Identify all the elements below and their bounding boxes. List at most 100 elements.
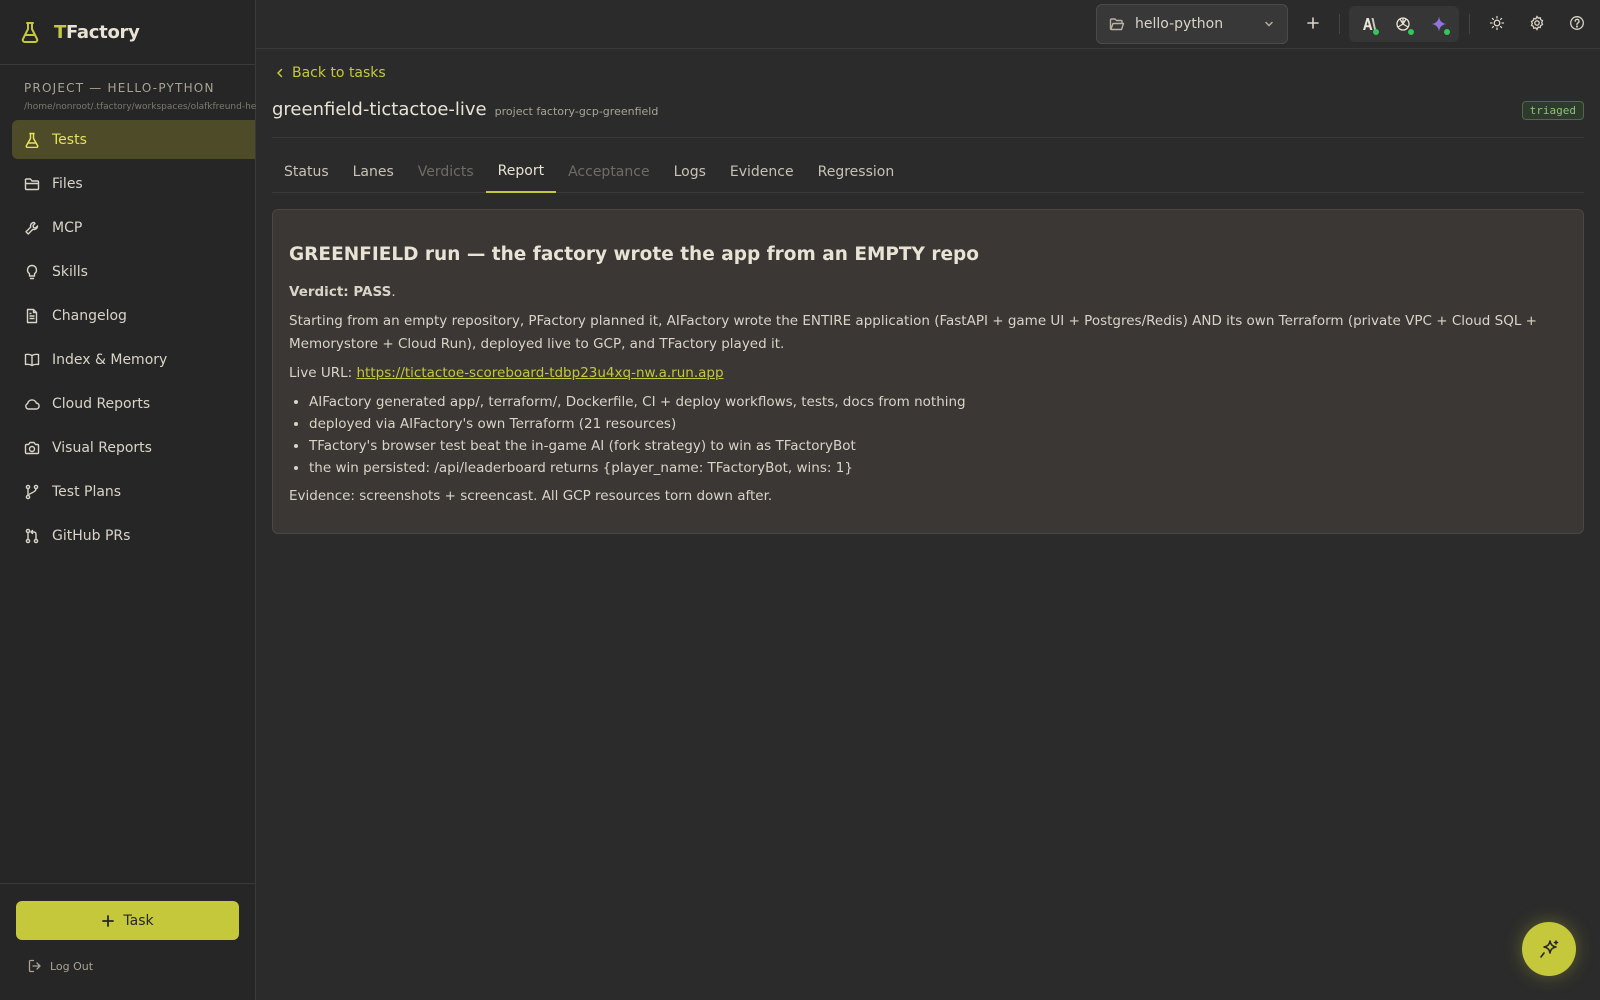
help-circle-icon [1570,16,1584,30]
sidebar-nav: Tests Files MCP Skills Changelog Index &… [0,120,255,555]
chevron-down-icon [1265,21,1273,27]
tab-verdicts: Verdicts [417,163,474,180]
live-url-link[interactable]: https://tictactoe-scoreboard-tdbp23u4xq-… [356,365,723,381]
sparkle-pin-icon [1540,940,1559,958]
folder-open-icon [1109,18,1125,31]
sidebar-item-cloud-reports[interactable]: Cloud Reports [12,384,255,423]
task-title: greenfield-tictactoe-live [272,99,487,120]
verdict-suffix: . [391,284,396,300]
tab-logs[interactable]: Logs [662,151,718,192]
ai-provider-group [1349,6,1459,42]
sidebar-item-index-memory[interactable]: Index & Memory [12,340,255,379]
folder-icon [24,177,40,190]
logout-button[interactable]: Log Out [28,959,93,973]
sidebar-item-label: Index & Memory [52,351,168,368]
report-live-url: Live URL: https://tictactoe-scoreboard-t… [289,362,1567,385]
online-status-dot [1408,29,1414,35]
sidebar-item-skills[interactable]: Skills [12,252,255,291]
sidebar-item-label: Test Plans [52,483,122,500]
online-status-dot [1373,29,1379,35]
status-badge: triaged [1521,101,1584,120]
report-evidence: Evidence: screenshots + screencast. All … [289,488,773,504]
sidebar-item-files[interactable]: Files [12,164,255,203]
project-select-value: hello-python [1135,16,1224,32]
anthropic-button[interactable] [1357,13,1379,35]
sidebar-footer: Task Log Out [0,883,255,1000]
report-intro: Starting from an empty repository, PFact… [289,313,1537,352]
tab-report[interactable]: Report [485,151,557,193]
theme-toggle-button[interactable] [1486,12,1508,34]
flask-logo-icon [21,22,39,43]
sidebar-item-github-prs[interactable]: GitHub PRs [12,516,255,555]
sidebar-item-tests[interactable]: Tests [12,120,255,159]
report-bullets: AIFactory generated app/, terraform/, Do… [309,391,1567,479]
flask-icon [25,132,39,148]
header-divider [272,137,1584,138]
tab-lanes[interactable]: Lanes [341,151,406,192]
back-to-tasks-link[interactable]: Back to tasks [274,65,386,81]
list-item: deployed via AIFactory's own Terraform (… [309,413,1567,435]
openai-button[interactable] [1392,13,1414,35]
tab-status[interactable]: Status [272,151,341,192]
task-header: greenfield-tictactoe-live project factor… [272,99,1584,120]
online-status-dot [1444,29,1450,35]
document-icon [26,308,38,323]
logout-icon [28,959,41,973]
sidebar-item-label: Tests [52,131,87,148]
ai-assistant-button[interactable] [1522,922,1576,976]
new-task-button[interactable]: Task [16,901,239,940]
verdict-label: Verdict: PASS [289,284,392,300]
tab-acceptance: Acceptance [568,163,650,180]
chevron-left-icon [276,68,283,78]
sun-icon [1489,15,1505,31]
sidebar-item-mcp[interactable]: MCP [12,208,255,247]
task-tabs: Status Lanes Verdicts Report Acceptance … [272,151,1584,193]
project-select[interactable]: hello-python [1096,4,1288,44]
tab-regression[interactable]: Regression [806,151,907,192]
list-item: AIFactory generated app/, terraform/, Do… [309,391,1567,413]
git-pull-request-icon [25,528,39,543]
app-name: TFactory [54,21,140,43]
sidebar-item-label: GitHub PRs [52,527,131,544]
gear-icon [1530,15,1544,31]
cloud-icon [25,398,40,410]
sidebar-item-label: Changelog [52,307,127,324]
book-icon [24,353,40,366]
project-title: PROJECT — HELLO-PYTHON [24,81,215,95]
divider [1339,14,1340,34]
list-item: TFactory's browser test beat the in-game… [309,435,1567,457]
camera-icon [24,441,40,454]
tab-evidence[interactable]: Evidence [718,151,806,192]
plus-icon [1307,17,1319,29]
gemini-button[interactable] [1428,13,1450,35]
report-heading: GREENFIELD run — the factory wrote the a… [289,244,980,265]
project-header: PROJECT — HELLO-PYTHON /home/nonroot/.tf… [0,65,256,112]
sidebar-item-label: MCP [52,219,83,236]
sidebar-item-visual-reports[interactable]: Visual Reports [12,428,255,467]
project-path: /home/nonroot/.tfactory/workspaces/olafk… [24,102,256,112]
plus-icon [102,914,115,927]
sidebar-item-changelog[interactable]: Changelog [12,296,255,335]
git-fork-icon [25,484,39,499]
help-button[interactable] [1566,12,1588,34]
report-panel: GREENFIELD run — the factory wrote the a… [272,209,1584,534]
live-url-label: Live URL: [289,365,357,381]
top-bar: hello-python [256,0,1600,49]
sidebar-item-label: Cloud Reports [52,395,151,412]
sidebar-item-label: Files [52,175,83,192]
add-project-button[interactable] [1302,12,1324,34]
back-to-tasks-label: Back to tasks [292,65,386,81]
wrench-icon [25,221,39,235]
brand[interactable]: TFactory [0,0,255,65]
lightbulb-icon [26,264,38,279]
task-project: project factory-gcp-greenfield [494,105,659,118]
settings-button[interactable] [1526,12,1548,34]
sidebar-item-label: Skills [52,263,88,280]
divider [1469,14,1470,34]
sidebar: TFactory PROJECT — HELLO-PYTHON /home/no… [0,0,256,1000]
list-item: the win persisted: /api/leaderboard retu… [309,457,1567,479]
report-verdict: Verdict: PASS. [289,281,1567,304]
sidebar-item-label: Visual Reports [52,439,152,456]
new-task-label: Task [123,912,154,929]
sidebar-item-test-plans[interactable]: Test Plans [12,472,255,511]
